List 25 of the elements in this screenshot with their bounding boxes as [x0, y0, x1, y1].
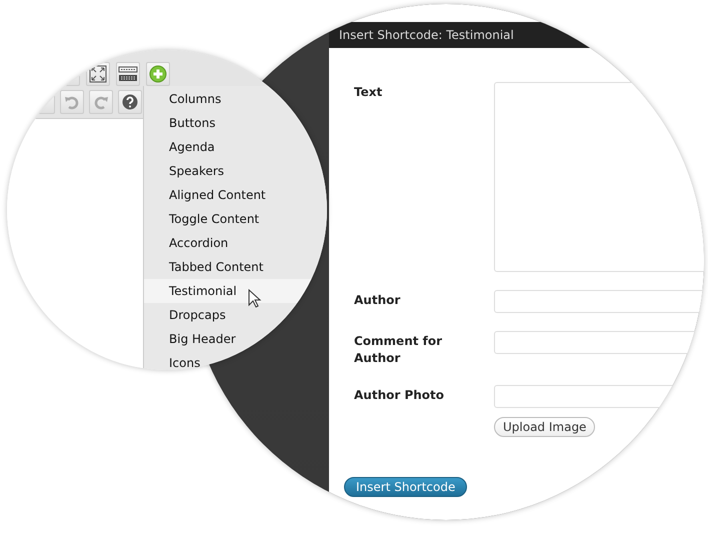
menu-item[interactable]: Columns: [144, 87, 327, 111]
add-shortcode-icon[interactable]: [146, 62, 170, 86]
field-label: Author Photo: [354, 387, 446, 404]
field-label: Text: [354, 84, 384, 101]
field-label: Author: [354, 292, 402, 309]
keyboard-icon[interactable]: [116, 62, 140, 86]
help-icon[interactable]: [118, 90, 142, 114]
text-area[interactable]: [494, 82, 704, 272]
menu-item[interactable]: Dropcaps: [144, 303, 327, 327]
menu-item[interactable]: Toggle Content: [144, 207, 327, 231]
menu-item[interactable]: Buttons: [144, 111, 327, 135]
input-field[interactable]: [494, 290, 704, 313]
field-label: Comment for Author: [354, 333, 444, 367]
mouse-cursor-icon: [248, 289, 262, 309]
dialog-title: Insert Shortcode: Testimonial: [339, 28, 514, 42]
upload-button[interactable]: Upload Image: [494, 417, 596, 437]
menu-item[interactable]: Tabbed Content: [144, 255, 327, 279]
menu-item[interactable]: Big Header: [144, 327, 327, 351]
menu-item[interactable]: Agenda: [144, 135, 327, 159]
fullscreen-icon[interactable]: [86, 62, 110, 86]
menu-item[interactable]: Icons: [144, 351, 327, 370]
menu-item[interactable]: Aligned Content: [144, 183, 327, 207]
menu-item[interactable]: Accordion: [144, 231, 327, 255]
menu-item[interactable]: Speakers: [144, 159, 327, 183]
insert-shortcode-button[interactable]: Insert Shortcode: [344, 477, 468, 497]
